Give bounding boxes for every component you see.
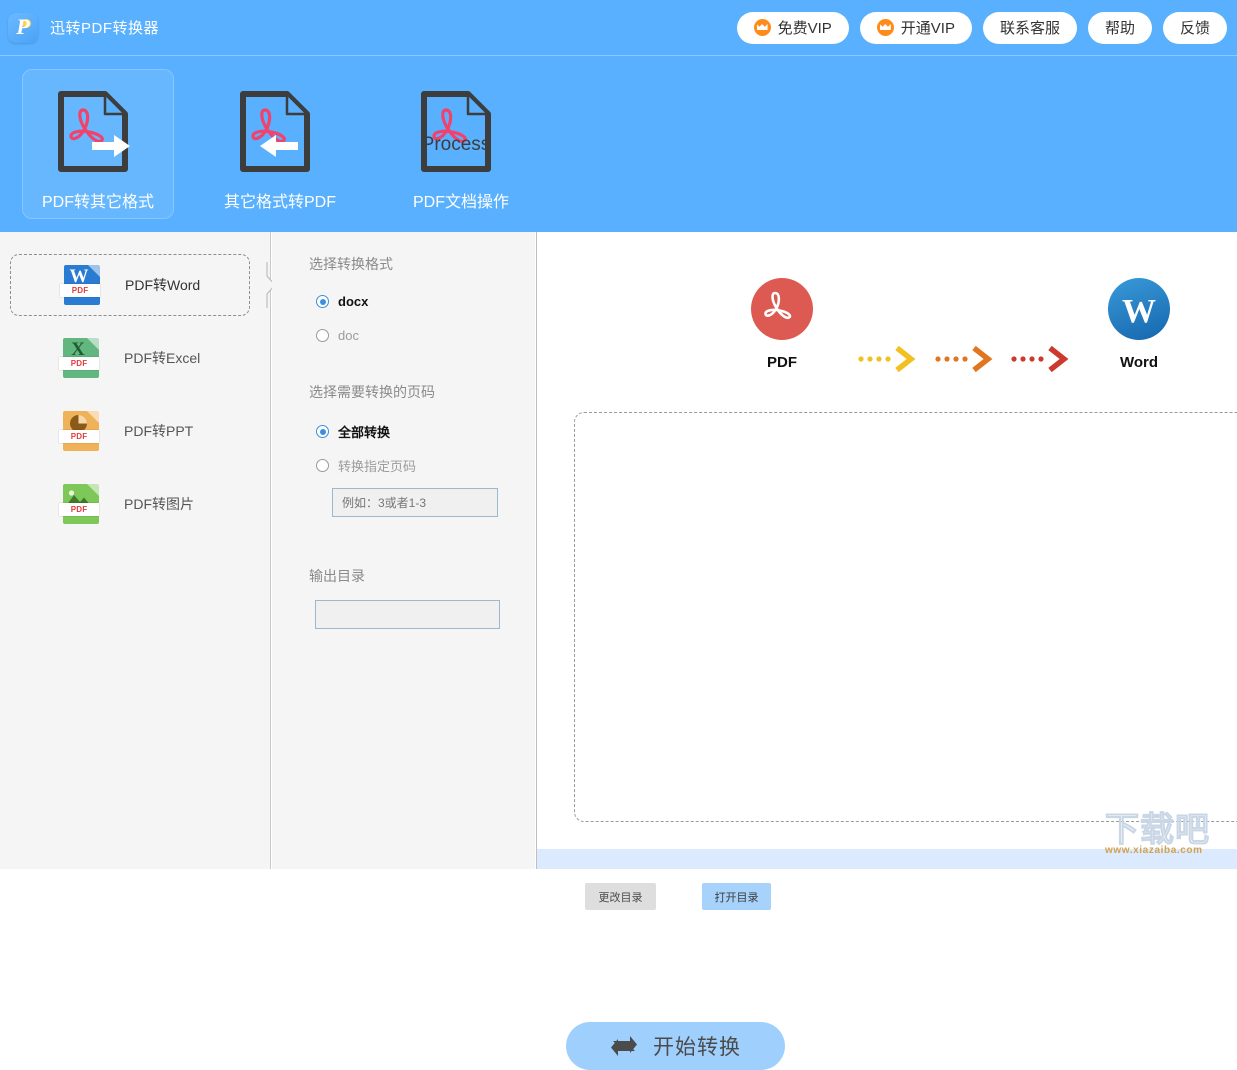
sidebar-item-pdf-to-word[interactable]: W PDF PDF转Word: [10, 254, 250, 316]
pdf-process-icon: Process: [415, 88, 507, 175]
change-directory-button[interactable]: 更改目录: [585, 883, 656, 910]
flow-node-source: PDF: [722, 278, 842, 371]
free-vip-button[interactable]: 免费VIP: [736, 11, 849, 44]
file-dropzone[interactable]: [574, 412, 1237, 822]
mode-tab-bar: PDF转其它格式 其它格式转PDF Process PDF文档操作: [0, 55, 1237, 232]
flow-target-label: Word: [1119, 354, 1159, 371]
radio-docx-icon[interactable]: [316, 295, 329, 308]
ppt-icon-pdf-tag: PDF: [59, 430, 99, 443]
word-circle-icon: W: [1108, 278, 1170, 340]
radio-all-pages-icon[interactable]: [316, 425, 329, 438]
tab-other-to-pdf[interactable]: 其它格式转PDF: [204, 69, 356, 219]
radio-page-range-icon[interactable]: [316, 459, 329, 472]
conversion-flow-diagram: PDF W Word: [537, 278, 1237, 403]
feedback-button[interactable]: 反馈: [1162, 11, 1227, 44]
image-icon-pdf-tag: PDF: [59, 503, 99, 516]
process-badge-text: Process: [422, 134, 491, 155]
pdf-arrow-left-icon: [234, 88, 326, 175]
word-file-icon: W PDF: [60, 263, 103, 307]
help-label: 帮助: [1104, 20, 1135, 37]
format-option-doc[interactable]: doc: [316, 328, 359, 343]
start-conversion-label: 开始转换: [653, 1036, 741, 1059]
crown-icon: [753, 19, 771, 36]
tab-pdf-document-operations[interactable]: Process PDF文档操作: [385, 69, 537, 219]
app-header: P 迅转PDF转换器 免费VIP 开通VIP 联系客服 帮助 反馈: [0, 0, 1237, 55]
free-vip-label: 免费VIP: [777, 20, 832, 37]
contact-support-label: 联系客服: [999, 20, 1060, 37]
pdf-circle-icon: [751, 278, 813, 340]
conversion-type-sidebar: W PDF PDF转Word X PDF PDF转Excel PDF PDF转P…: [0, 232, 271, 869]
format-option-doc-label: doc: [338, 328, 359, 343]
conversion-options-panel: 选择转换格式 docx doc 选择需要转换的页码 全部转换 转换指定页码 输出…: [272, 232, 785, 1070]
activate-vip-button[interactable]: 开通VIP: [859, 11, 972, 44]
flow-arrow-3: [1010, 345, 1076, 373]
pages-option-range-label: 转换指定页码: [338, 459, 417, 474]
excel-file-icon: X PDF: [59, 336, 102, 380]
format-option-docx-label: docx: [338, 294, 369, 309]
start-conversion-button[interactable]: 开始转换: [566, 1022, 785, 1070]
tab-other-to-pdf-label: 其它格式转PDF: [223, 194, 336, 211]
app-logo-icon: P: [8, 12, 38, 43]
flow-source-label: PDF: [767, 354, 797, 371]
flow-arrow-2: [934, 345, 1000, 373]
sidebar-item-pdf-to-excel[interactable]: X PDF PDF转Excel: [10, 327, 250, 389]
activate-vip-label: 开通VIP: [900, 20, 955, 37]
excel-icon-pdf-tag: PDF: [59, 357, 99, 370]
flow-node-target: W Word: [1079, 278, 1199, 371]
pages-option-all[interactable]: 全部转换: [316, 422, 390, 441]
output-directory-input[interactable]: [315, 600, 500, 629]
pages-option-all-label: 全部转换: [338, 425, 391, 440]
header-button-group: 免费VIP 开通VIP 联系客服 帮助 反馈: [736, 11, 1227, 44]
status-bar: [536, 849, 1237, 869]
flow-arrow-1: [857, 345, 923, 373]
sidebar-item-pdf-to-word-label: PDF转Word: [125, 277, 201, 293]
image-file-icon: PDF: [59, 482, 102, 526]
sidebar-item-pdf-to-ppt[interactable]: PDF PDF转PPT: [10, 400, 250, 462]
tab-pdf-document-operations-label: PDF文档操作: [412, 194, 509, 211]
crown-icon: [876, 19, 894, 36]
help-button[interactable]: 帮助: [1087, 11, 1152, 44]
svg-text:W: W: [1122, 293, 1156, 330]
format-option-docx[interactable]: docx: [316, 294, 368, 309]
logo-p-glyph: P: [16, 13, 30, 39]
sidebar-item-pdf-to-ppt-label: PDF转PPT: [124, 423, 194, 439]
sidebar-item-pdf-to-image[interactable]: PDF PDF转图片: [10, 473, 250, 535]
open-directory-button[interactable]: 打开目录: [702, 883, 771, 910]
feedback-label: 反馈: [1179, 20, 1210, 37]
app-title: 迅转PDF转换器: [50, 20, 160, 37]
pages-option-range[interactable]: 转换指定页码: [316, 456, 416, 475]
pages-section-title: 选择需要转换的页码: [309, 384, 435, 400]
page-range-input[interactable]: [332, 488, 498, 517]
preview-panel: PDF W Word: [536, 232, 1237, 869]
tab-pdf-to-other-label: PDF转其它格式: [41, 194, 154, 211]
radio-doc-icon[interactable]: [316, 329, 329, 342]
swap-arrows-icon: [610, 1035, 638, 1057]
pdf-arrow-right-icon: [52, 88, 144, 175]
sidebar-item-pdf-to-image-label: PDF转图片: [124, 496, 194, 512]
ppt-file-icon: PDF: [59, 409, 102, 453]
sidebar-item-pdf-to-excel-label: PDF转Excel: [124, 350, 201, 366]
tab-pdf-to-other[interactable]: PDF转其它格式: [22, 69, 174, 219]
word-icon-pdf-tag: PDF: [60, 284, 100, 297]
contact-support-button[interactable]: 联系客服: [982, 11, 1077, 44]
format-section-title: 选择转换格式: [309, 256, 393, 272]
output-section-title: 输出目录: [309, 568, 365, 584]
